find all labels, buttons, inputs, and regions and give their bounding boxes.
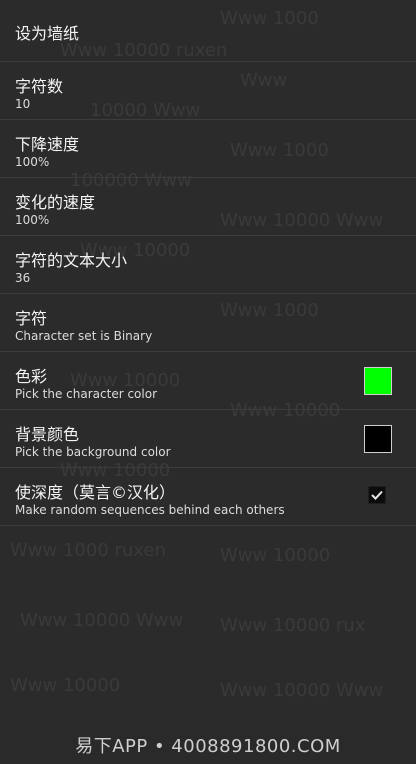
checkmark-icon [371,490,383,500]
background-color-swatch[interactable] [364,425,392,453]
watermark-text: 易下APP • 4008891800.COM [75,736,341,757]
fall-speed-label: 下降速度 [15,135,80,154]
depth-label: 使深度（莫言©汉化） [15,483,176,502]
set-wallpaper-label: 设为墙纸 [15,24,80,43]
settings-list: 设为墙纸 字符数 10 下降速度 100% 变化的速度 100% 字符的文本大小… [0,0,416,526]
character-set-value: Character set is Binary [15,329,153,343]
fall-speed-item[interactable]: 下降速度 100% [0,120,416,178]
character-color-swatch[interactable] [364,367,392,395]
fall-speed-value: 100% [15,155,50,169]
background-color-description: Pick the background color [15,445,171,459]
depth-item[interactable]: 使深度（莫言©汉化） Make random sequences behind … [0,468,416,526]
character-color-item[interactable]: 色彩 Pick the character color [0,352,416,410]
background-color-label: 背景颜色 [15,425,80,444]
text-size-item[interactable]: 字符的文本大小 36 [0,236,416,294]
background-color-item[interactable]: 背景颜色 Pick the background color [0,410,416,468]
set-wallpaper-item[interactable]: 设为墙纸 [0,0,416,62]
character-color-label: 色彩 [15,367,48,386]
change-speed-value: 100% [15,213,50,227]
character-count-label: 字符数 [15,77,64,96]
character-count-item[interactable]: 字符数 10 [0,62,416,120]
depth-description: Make random sequences behind each others [15,503,285,517]
character-color-description: Pick the character color [15,387,158,401]
text-size-label: 字符的文本大小 [15,251,128,270]
change-speed-label: 变化的速度 [15,193,96,212]
character-set-label: 字符 [15,309,48,328]
change-speed-item[interactable]: 变化的速度 100% [0,178,416,236]
character-set-item[interactable]: 字符 Character set is Binary [0,294,416,352]
text-size-value: 36 [15,271,31,285]
depth-checkbox[interactable] [368,486,386,504]
character-count-value: 10 [15,97,31,111]
